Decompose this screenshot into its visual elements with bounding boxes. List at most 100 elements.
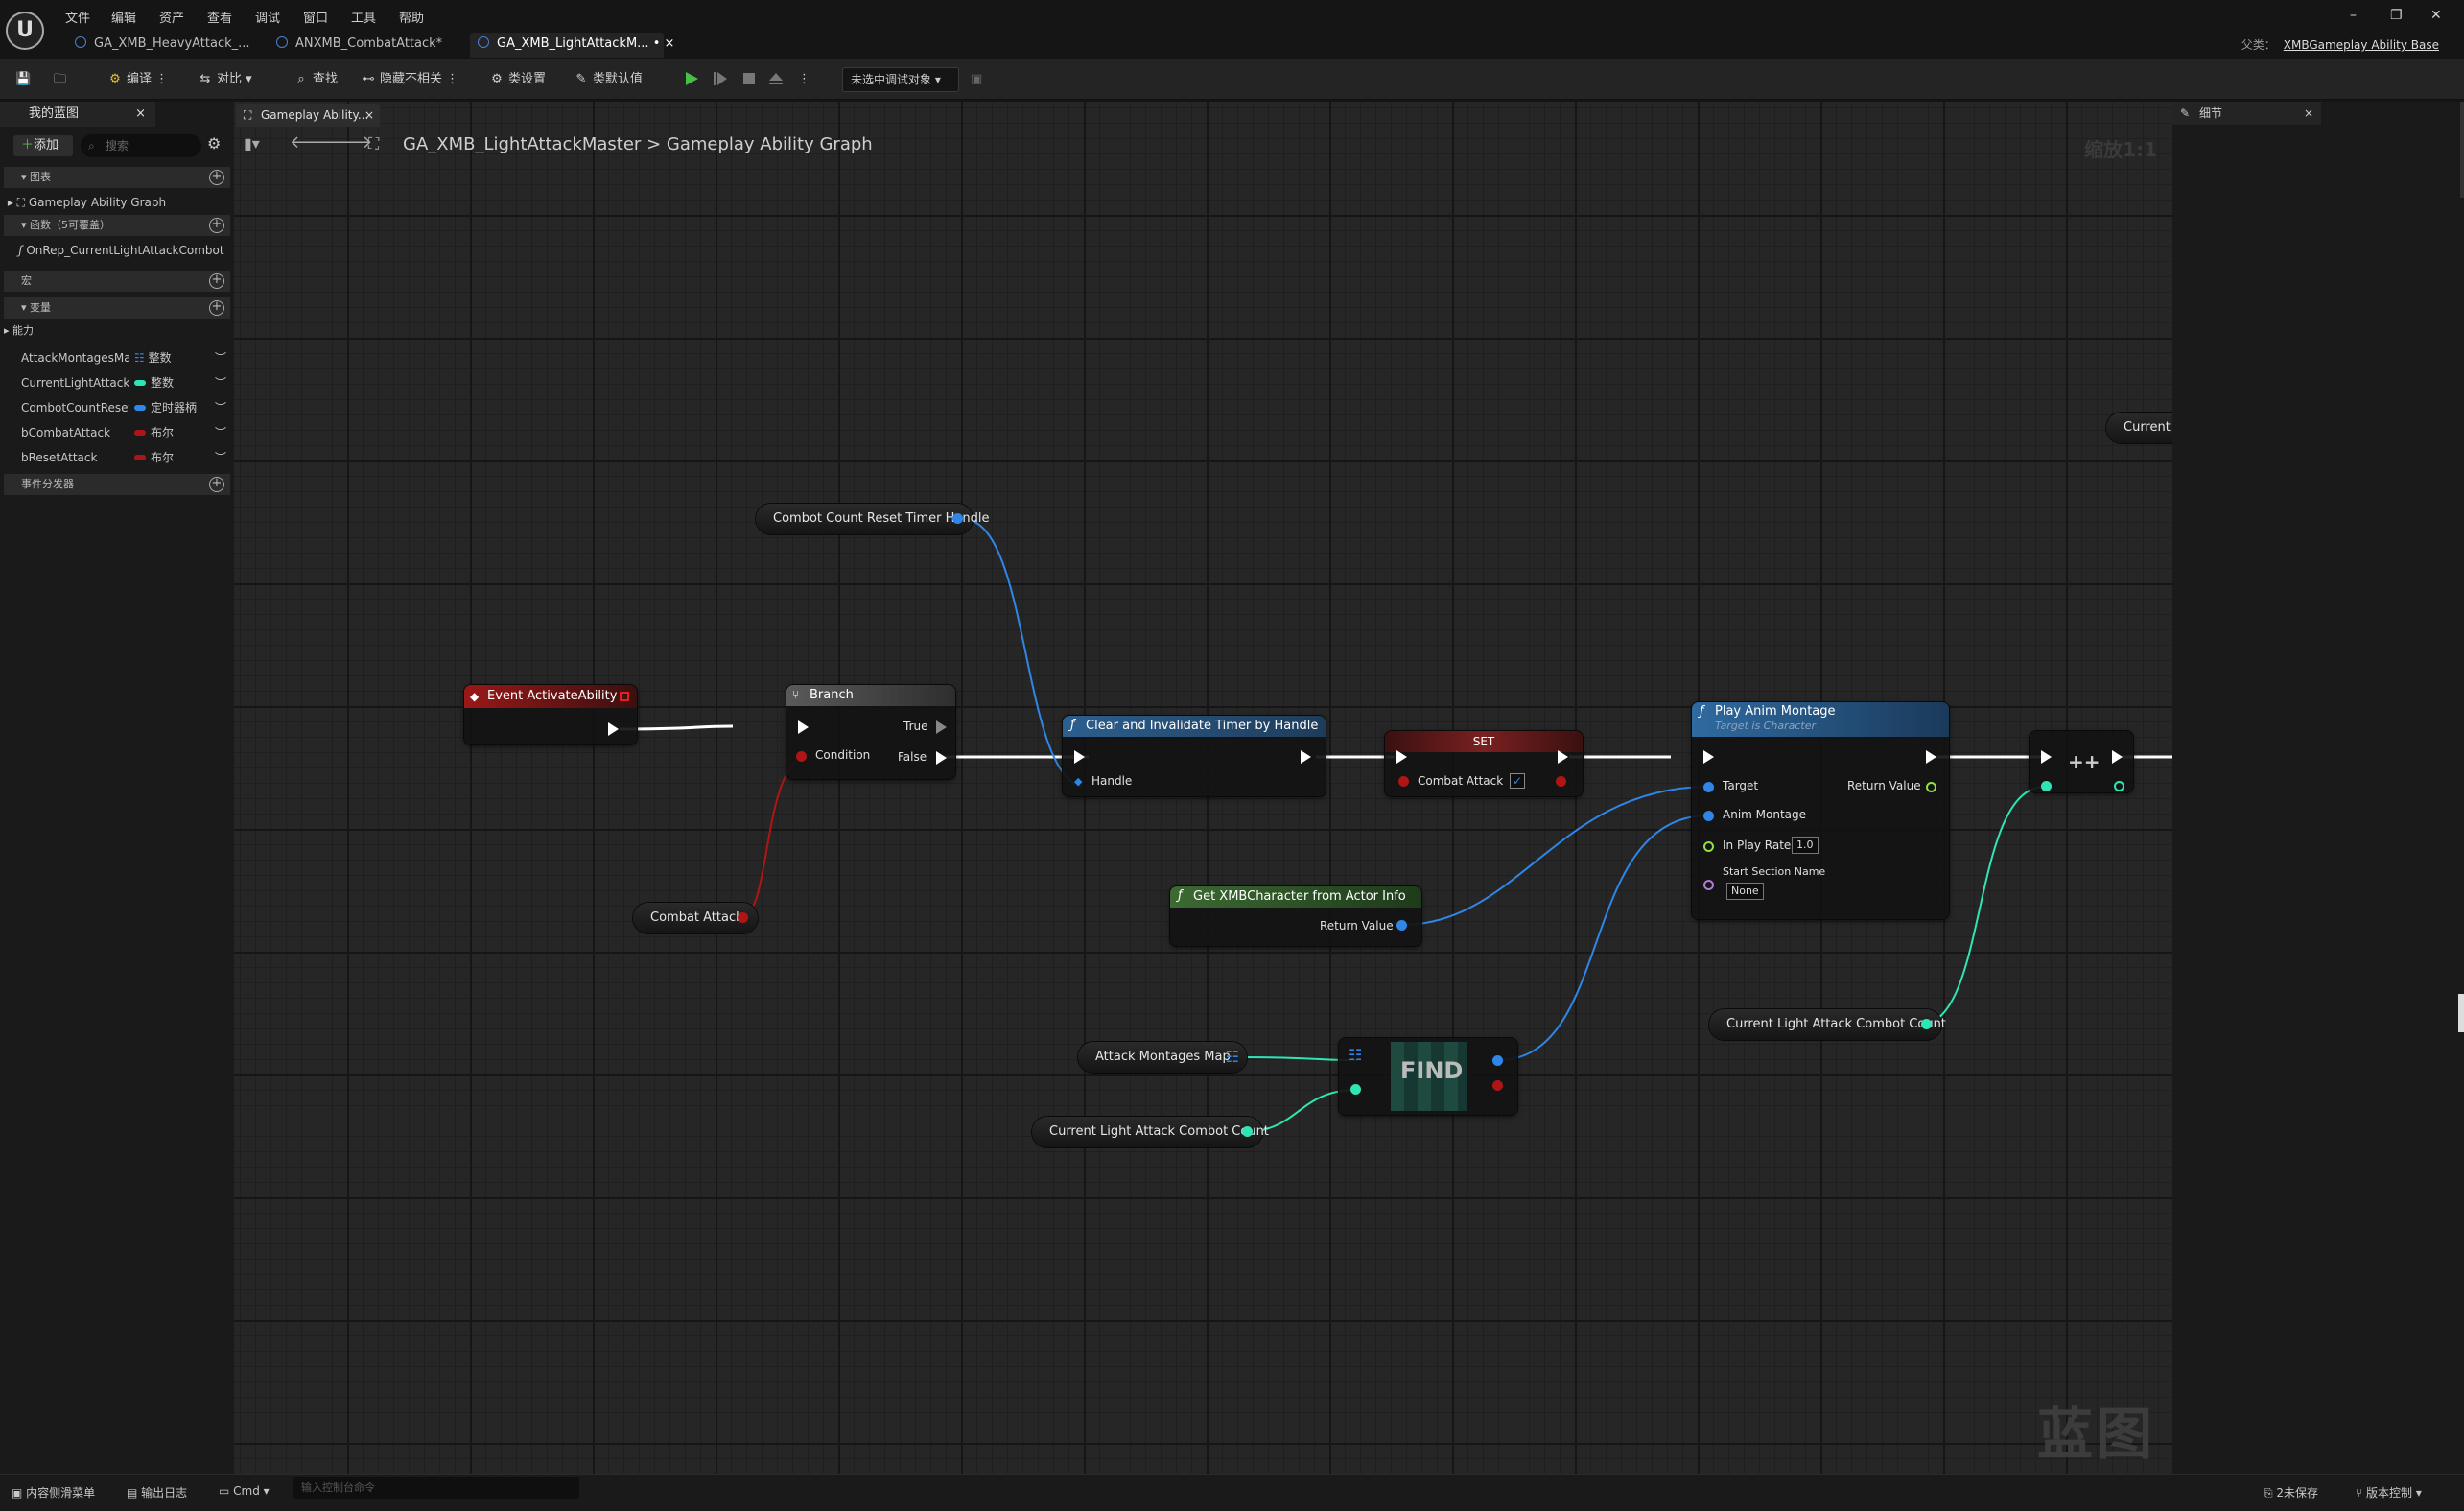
exec-false-pin[interactable] bbox=[936, 751, 947, 765]
return-value-pin[interactable] bbox=[1926, 782, 1936, 792]
delegate-pin[interactable] bbox=[620, 692, 629, 701]
step-icon[interactable] bbox=[712, 70, 729, 87]
bool-out-pin[interactable] bbox=[738, 912, 748, 923]
clear-invalidate-timer-node[interactable]: Clear and Invalidate Timer by Handle ƒ ◆… bbox=[1063, 716, 1326, 796]
attack-montages-map-getter[interactable]: Attack Montages Map ☷ bbox=[1078, 1042, 1247, 1073]
hide-unrelated-button[interactable]: ⊷ 隐藏不相关 ⋮ bbox=[361, 68, 459, 91]
add-macro-icon[interactable]: + bbox=[209, 273, 224, 289]
graph-item[interactable]: ▸ ⛶ Gameplay Ability Graph bbox=[4, 192, 230, 213]
debug-filter-icon[interactable]: ▣ bbox=[971, 68, 982, 91]
target-pin[interactable] bbox=[1703, 782, 1714, 792]
class-defaults-button[interactable]: ✎ 类默认值 bbox=[574, 68, 643, 91]
current-partial-getter[interactable]: Current l bbox=[2106, 413, 2172, 443]
class-settings-button[interactable]: ⚙ 类设置 bbox=[489, 68, 546, 91]
unsaved-button[interactable]: ⎘ 2未保存 bbox=[2264, 1484, 2318, 1500]
restore-icon[interactable]: ❐ bbox=[2390, 8, 2403, 23]
play-rate-input[interactable]: 1.0 bbox=[1792, 837, 1819, 854]
console-command-input[interactable]: 输入控制台命令 bbox=[293, 1477, 579, 1499]
diff-button[interactable]: ⇆ 对比 ▾ bbox=[198, 68, 252, 91]
variable-row[interactable]: CurrentLightAttackC 整数 ︶ bbox=[4, 372, 230, 393]
tab-light-attack-master[interactable]: GA_XMB_LightAttackM... • × bbox=[470, 33, 674, 58]
increment-node[interactable]: ++ bbox=[2030, 731, 2133, 792]
exec-in-pin[interactable] bbox=[1703, 750, 1714, 764]
add-variable-icon[interactable]: + bbox=[209, 300, 224, 316]
event-activate-ability-node[interactable]: Event ActivateAbility ◆ bbox=[464, 685, 637, 744]
save-icon[interactable]: 💾 bbox=[15, 68, 31, 91]
section-dispatchers[interactable]: 事件分发器 + bbox=[4, 474, 230, 495]
play-icon[interactable] bbox=[683, 70, 700, 87]
find-node[interactable]: FIND ☷ bbox=[1339, 1038, 1517, 1115]
tab-combat-attack[interactable]: ANXMB_CombatAttack* bbox=[269, 33, 450, 58]
breadcrumb-leaf[interactable]: Gameplay Ability Graph bbox=[667, 134, 873, 154]
add-graph-icon[interactable]: + bbox=[209, 170, 224, 185]
exec-true-pin[interactable] bbox=[936, 720, 947, 734]
key-in-pin[interactable] bbox=[1350, 1084, 1361, 1095]
tab-my-blueprint[interactable]: 我的蓝图 × bbox=[0, 102, 155, 127]
int-out-pin[interactable] bbox=[2114, 781, 2124, 791]
section-functions[interactable]: ▾ 函数（5可覆盖） + bbox=[4, 215, 230, 236]
variable-row[interactable]: AttackMontagesMa ☷ 整数 ︶ bbox=[4, 347, 230, 368]
bookmark-icon[interactable]: ▮▾ bbox=[244, 134, 260, 153]
exec-in-pin[interactable] bbox=[798, 720, 809, 734]
menu-view[interactable]: 查看 bbox=[207, 8, 232, 26]
add-button[interactable]: ＋添加 bbox=[13, 135, 73, 156]
forward-icon[interactable]: 🡒 bbox=[326, 132, 372, 153]
int-out-pin[interactable] bbox=[1242, 1126, 1253, 1137]
output-log-button[interactable]: ▤ 输出日志 bbox=[127, 1484, 187, 1500]
tab-details[interactable]: ✎ 细节 × bbox=[2172, 102, 2321, 125]
tab-heavy-attack[interactable]: GA_XMB_HeavyAttack_... bbox=[67, 33, 258, 58]
eye-icon[interactable]: ︶ bbox=[215, 347, 226, 368]
add-dispatcher-icon[interactable]: + bbox=[209, 477, 224, 492]
add-function-icon[interactable]: + bbox=[209, 218, 224, 233]
anim-montage-pin[interactable] bbox=[1703, 811, 1714, 821]
value-out-pin[interactable] bbox=[1492, 1055, 1503, 1066]
menu-window[interactable]: 窗口 bbox=[303, 8, 328, 26]
section-graphs[interactable]: ▾ 图表 + bbox=[4, 167, 230, 188]
browse-icon[interactable]: 🗀 bbox=[54, 68, 66, 91]
section-name-input[interactable]: None bbox=[1726, 883, 1764, 900]
found-out-pin[interactable] bbox=[1492, 1080, 1503, 1091]
section-variables[interactable]: ▾ 变量 + bbox=[4, 297, 230, 319]
search-input[interactable]: ⌕ 搜索 bbox=[81, 134, 201, 157]
combat-attack-checkbox[interactable]: ✓ bbox=[1510, 773, 1525, 789]
handle-out-pin[interactable] bbox=[952, 513, 963, 524]
breadcrumb-root[interactable]: GA_XMB_LightAttackMaster bbox=[403, 134, 641, 154]
exec-in-pin[interactable] bbox=[1396, 750, 1407, 764]
bool-in-pin[interactable] bbox=[1398, 776, 1409, 787]
eye-icon[interactable]: ︶ bbox=[215, 372, 226, 393]
handle-pin[interactable]: ◆ bbox=[1074, 775, 1082, 788]
combo-count-getter[interactable]: Current Light Attack Combot Count bbox=[1709, 1009, 1946, 1040]
branch-node[interactable]: Branch ⑂ True Condition False bbox=[786, 685, 955, 779]
close-window-icon[interactable]: ✕ bbox=[2430, 8, 2442, 23]
variable-group[interactable]: ▸ 能力 bbox=[4, 320, 230, 342]
timer-handle-getter[interactable]: Combot Count Reset Timer Handle bbox=[756, 504, 989, 534]
exec-in-pin[interactable] bbox=[2041, 750, 2052, 764]
find-button[interactable]: ⌕ 查找 bbox=[293, 68, 338, 91]
menu-debug[interactable]: 调试 bbox=[255, 8, 280, 26]
condition-pin[interactable] bbox=[796, 751, 807, 762]
cmd-select[interactable]: ▭ Cmd ▾ bbox=[219, 1484, 270, 1498]
exec-out-pin[interactable] bbox=[1926, 750, 1936, 764]
variable-row[interactable]: bCombatAttack 布尔 ︶ bbox=[4, 422, 230, 443]
play-rate-pin[interactable] bbox=[1703, 841, 1714, 852]
graph-canvas[interactable]: Event ActivateAbility ◆ Branch ⑂ True Co… bbox=[234, 102, 2172, 1474]
unreal-logo-icon[interactable]: U bbox=[6, 12, 44, 50]
parent-class-link[interactable]: XMBGameplay Ability Base bbox=[2284, 38, 2439, 52]
set-combat-attack-node[interactable]: SET Combat Attack ✓ bbox=[1385, 731, 1583, 796]
source-control-button[interactable]: ⑂ 版本控制 ▾ bbox=[2356, 1484, 2422, 1500]
tab-gameplay-ability-graph[interactable]: ⛶ Gameplay Ability... × bbox=[236, 104, 380, 127]
return-value-pin[interactable] bbox=[1396, 920, 1407, 931]
section-name-pin[interactable] bbox=[1703, 880, 1714, 890]
int-in-pin[interactable] bbox=[2041, 781, 2052, 791]
get-xmb-character-node[interactable]: Get XMBCharacter from Actor Info ƒ Retur… bbox=[1170, 886, 1421, 946]
eye-icon[interactable]: ︶ bbox=[215, 447, 226, 468]
scrollbar-thumb[interactable] bbox=[2458, 994, 2464, 1032]
combat-attack-getter[interactable]: Combat Attack bbox=[633, 903, 758, 933]
minimize-icon[interactable]: – bbox=[2350, 8, 2357, 23]
eject-icon[interactable] bbox=[767, 70, 785, 87]
exec-in-pin[interactable] bbox=[1074, 750, 1085, 764]
play-anim-montage-node[interactable]: Play Anim Montage Target is Character ƒ … bbox=[1692, 702, 1949, 919]
eye-icon[interactable]: ︶ bbox=[215, 422, 226, 443]
exec-out-pin[interactable] bbox=[608, 722, 619, 736]
settings-gear-icon[interactable]: ⚙ bbox=[207, 134, 221, 153]
